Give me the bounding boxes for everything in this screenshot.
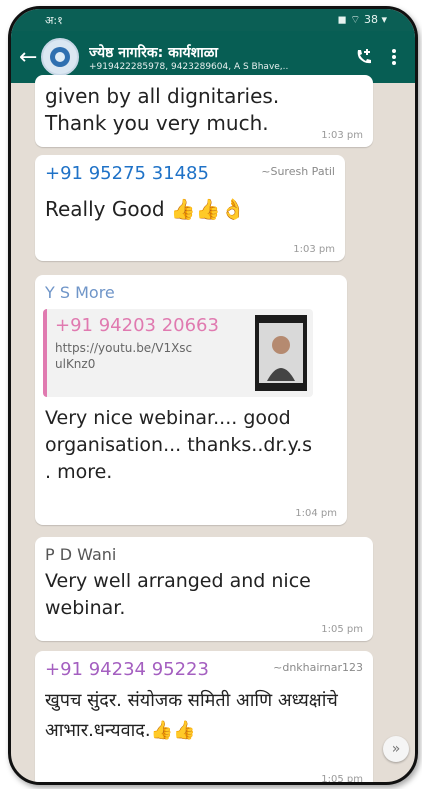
group-title: ज्येष्ठ नागरिक: कार्यशाळा [89, 44, 219, 61]
message-text: Very well arranged and nice webinar. [45, 570, 311, 619]
status-bar: अ:१ ◼ ⌔ 38 ▾ [11, 9, 415, 31]
message-text: given by all dignitaries. Thank you very… [45, 84, 280, 135]
group-avatar-icon [50, 47, 70, 67]
message-alias: ~dnkhairnar123 [273, 661, 363, 674]
group-members: +919422285978, 9423289604, A S Bhave,.. [89, 61, 289, 72]
link-preview[interactable]: +91 94203 20663 https://youtu.be/V1Xscul… [43, 309, 313, 397]
message-bubble[interactable]: +91 95275 31485 ~Suresh Patil Really Goo… [35, 155, 345, 261]
message-bubble[interactable]: P D Wani Very well arranged and nice web… [35, 537, 373, 641]
header-titles[interactable]: ज्येष्ठ नागरिक: कार्यशाळा +919422285978,… [89, 43, 349, 72]
message-bubble[interactable]: Y S More +91 94203 20663 https://youtu.b… [35, 275, 347, 525]
message-bubble[interactable]: +91 94234 95223 ~dnkhairnar123 खुपच सुंद… [35, 651, 373, 785]
call-button[interactable] [349, 42, 379, 72]
status-time: अ:१ [45, 13, 63, 27]
message-time: 1:04 pm [295, 508, 337, 519]
message-time: 1:05 pm [321, 624, 363, 635]
message-time: 1:03 pm [321, 130, 363, 141]
phone-plus-icon [357, 49, 371, 64]
status-icons: ◼ ⌔ 38 ▾ [337, 13, 387, 26]
message-sender[interactable]: +91 95275 31485 [45, 163, 209, 184]
message-text: Really Good 👍👍👌 [45, 197, 246, 221]
message-text: खुपच सुंदर. संयोजक समिती आणि अध्यक्षांचे… [45, 690, 338, 741]
speaker-thumbnail-image [255, 315, 307, 391]
message-sender[interactable]: +91 94234 95223 [45, 659, 209, 680]
more-vert-icon [392, 49, 396, 65]
video-thumbnail[interactable] [255, 315, 307, 391]
message-time: 1:03 pm [293, 244, 335, 255]
double-chevron-down-icon: » [391, 741, 401, 757]
scroll-down-button[interactable]: » [383, 736, 409, 762]
message-text: Very nice webinar.... good organisation.… [45, 407, 313, 483]
group-avatar[interactable] [41, 38, 79, 76]
back-arrow-icon[interactable]: ← [19, 45, 37, 70]
message-sender[interactable]: Y S More [45, 283, 337, 302]
message-sender[interactable]: P D Wani [45, 545, 363, 564]
menu-button[interactable] [379, 42, 409, 72]
message-alias: ~Suresh Patil [261, 165, 335, 178]
link-url[interactable]: https://youtu.be/V1XsculKnz0 [55, 340, 195, 372]
message-bubble[interactable]: given by all dignitaries. Thank you very… [35, 75, 373, 147]
message-time: 1:05 pm [321, 774, 363, 785]
phone-frame: अ:१ ◼ ⌔ 38 ▾ ← ज्येष्ठ नागरिक: कार्यशाळा… [8, 6, 418, 785]
chat-area[interactable]: given by all dignitaries. Thank you very… [11, 75, 415, 785]
